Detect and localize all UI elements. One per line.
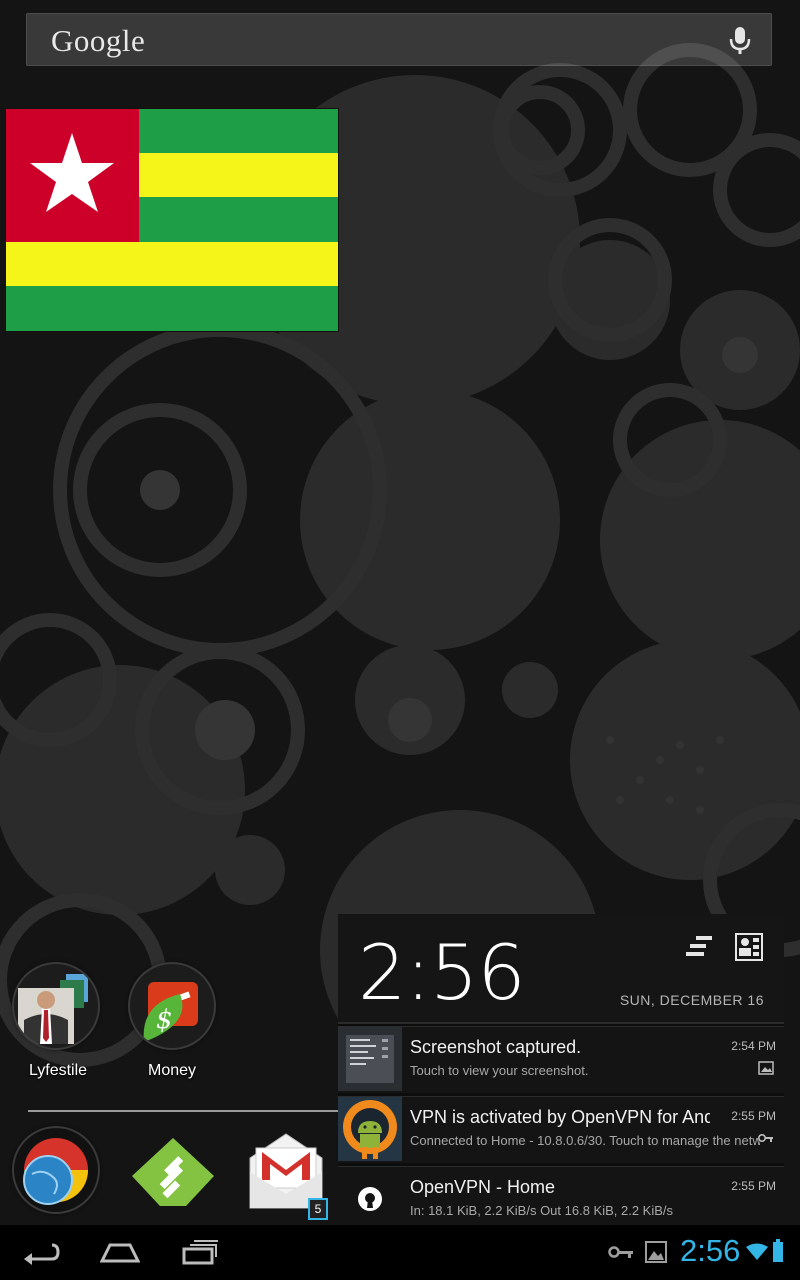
feedly-icon[interactable] [130,1136,216,1208]
folder-preview-icon [18,974,88,1044]
google-logo: Google [51,23,146,58]
notification-subtitle: Touch to view your screenshot. [410,1063,589,1078]
notification-title: OpenVPN - Home [410,1177,556,1197]
panel-clock: 2:56 [358,928,526,1017]
openvpn-logo [338,1097,402,1161]
notification-time: 2:55 PM [731,1109,776,1123]
notification-time: 2:54 PM [731,1039,776,1053]
lyfestile-label: Lyfestile [28,1062,88,1079]
notification-panel: 2:56 SUN, DECEMBER 16 Screenshot capture… [338,914,784,1233]
notification-title: Screenshot captured. [410,1037,582,1057]
notification-vpn-activated[interactable]: VPN is activated by OpenVPN for Android … [338,1096,784,1163]
screenshot-status-icon [645,1241,667,1263]
gmail-app-icon[interactable]: 5 [248,1132,332,1224]
dock-divider [28,1110,338,1112]
money-label: Money [147,1062,197,1079]
notification-title: VPN is activated by OpenVPN for Android [410,1107,710,1127]
image-icon [758,1061,774,1075]
notification-time: 2:55 PM [731,1179,776,1193]
notification-screenshot[interactable]: Screenshot captured. Touch to view your … [338,1026,784,1093]
google-search-bar[interactable]: Google [26,13,772,66]
togo-flag-widget[interactable] [5,108,339,332]
money-folder[interactable]: $ [130,964,214,1048]
notification-openvpn-home[interactable]: OpenVPN - Home In: 18.1 KiB, 2.2 KiB/s O… [338,1166,784,1233]
notification-subtitle: Connected to Home - 10.8.0.6/30. Touch t… [410,1133,760,1148]
notification-header: 2:56 SUN, DECEMBER 16 [338,914,784,1024]
clear-all-icon[interactable] [684,932,714,962]
battery-icon [773,1239,783,1262]
back-icon[interactable] [22,1239,60,1265]
unread-count-badge: 5 [308,1198,328,1220]
wifi-icon [746,1243,768,1260]
openvpn-status-icon [338,1167,402,1231]
quick-settings-icon[interactable] [734,932,764,962]
key-icon [758,1134,773,1142]
chrome-browser-icon[interactable] [14,1128,98,1212]
vpn-key-icon [608,1246,633,1258]
lyfestile-folder[interactable] [14,964,98,1048]
system-bar: 2:56 [0,1225,800,1280]
panel-date: SUN, DECEMBER 16 [619,992,764,1008]
recent-apps-icon[interactable] [182,1239,220,1265]
microphone-icon[interactable] [727,26,753,56]
notification-subtitle: In: 18.1 KiB, 2.2 KiB/s Out 16.8 KiB, 2.… [410,1203,674,1218]
svg-text:$: $ [156,1005,173,1035]
money-leaf-icon: $ [143,982,198,1042]
globe-icon [23,1138,89,1205]
screenshot-thumbnail [338,1027,402,1091]
system-clock: 2:56 [680,1233,741,1268]
home-icon[interactable] [100,1241,140,1263]
